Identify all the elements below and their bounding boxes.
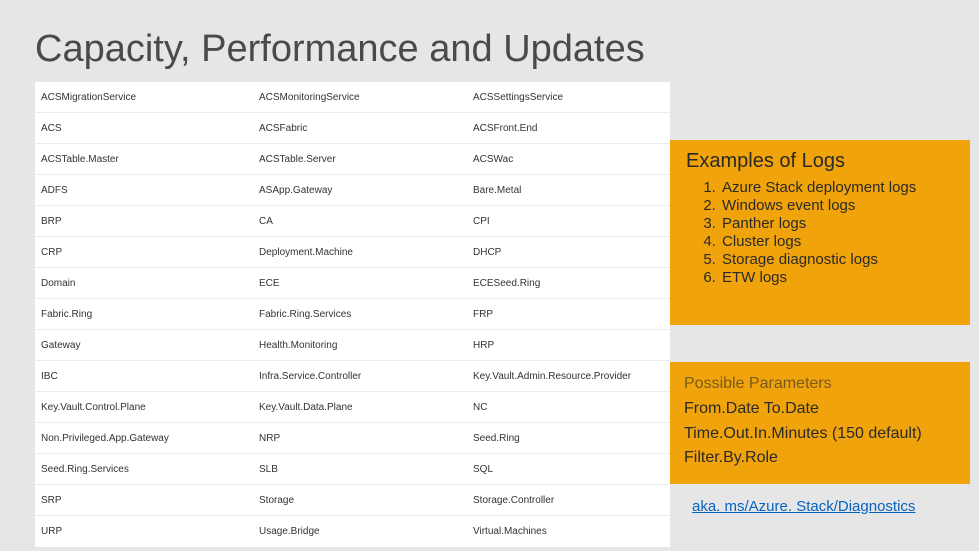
table-cell: SRP	[35, 495, 253, 506]
table-cell: ACS	[35, 123, 253, 134]
table-row: DomainECEECESeed.Ring	[35, 268, 670, 299]
list-item: Windows event logs	[720, 197, 954, 214]
table-cell: Key.Vault.Control.Plane	[35, 402, 253, 413]
table-row: Seed.Ring.ServicesSLBSQL	[35, 454, 670, 485]
table-cell: ADFS	[35, 185, 253, 196]
table-row: Key.Vault.Control.PlaneKey.Vault.Data.Pl…	[35, 392, 670, 423]
table-cell: Key.Vault.Data.Plane	[253, 402, 467, 413]
table-cell: ACSFront.End	[467, 123, 667, 134]
table-cell: BRP	[35, 216, 253, 227]
table-cell: IBC	[35, 371, 253, 382]
list-item: Cluster logs	[720, 233, 954, 250]
table-row: IBCInfra.Service.ControllerKey.Vault.Adm…	[35, 361, 670, 392]
parameters-title: Possible Parameters	[684, 372, 956, 397]
list-item: Azure Stack deployment logs	[720, 179, 954, 196]
table-cell: Deployment.Machine	[253, 247, 467, 258]
param-line: From.Date To.Date	[684, 397, 956, 422]
table-cell: ASApp.Gateway	[253, 185, 467, 196]
table-row: URPUsage.BridgeVirtual.Machines	[35, 516, 670, 547]
list-item: ETW logs	[720, 269, 954, 286]
table-cell: Gateway	[35, 340, 253, 351]
parameters-panel: Possible Parameters From.Date To.Date Ti…	[670, 362, 970, 484]
table-cell: NC	[467, 402, 667, 413]
table-cell: FRP	[467, 309, 667, 320]
table-cell: CRP	[35, 247, 253, 258]
table-cell: ECESeed.Ring	[467, 278, 667, 289]
list-item: Storage diagnostic logs	[720, 251, 954, 268]
diagnostics-link[interactable]: aka. ms/Azure. Stack/Diagnostics	[692, 498, 915, 515]
table-cell: Fabric.Ring	[35, 309, 253, 320]
table-cell: ACSTable.Server	[253, 154, 467, 165]
table-cell: Health.Monitoring	[253, 340, 467, 351]
table-row: GatewayHealth.MonitoringHRP	[35, 330, 670, 361]
table-row: Non.Privileged.App.GatewayNRPSeed.Ring	[35, 423, 670, 454]
table-cell: Domain	[35, 278, 253, 289]
table-cell: Storage	[253, 495, 467, 506]
table-cell: ACSSettingsService	[467, 92, 667, 103]
table-cell: Non.Privileged.App.Gateway	[35, 433, 253, 444]
table-cell: ACSTable.Master	[35, 154, 253, 165]
logs-table: ACSMigrationServiceACSMonitoringServiceA…	[35, 82, 670, 547]
list-item: Panther logs	[720, 215, 954, 232]
table-cell: CA	[253, 216, 467, 227]
table-cell: Fabric.Ring.Services	[253, 309, 467, 320]
table-row: Fabric.RingFabric.Ring.ServicesFRP	[35, 299, 670, 330]
table-cell: SLB	[253, 464, 467, 475]
table-cell: ACSWac	[467, 154, 667, 165]
table-cell: DHCP	[467, 247, 667, 258]
table-cell: NRP	[253, 433, 467, 444]
examples-list: Azure Stack deployment logsWindows event…	[686, 179, 954, 286]
table-row: CRPDeployment.MachineDHCP	[35, 237, 670, 268]
table-cell: ACSFabric	[253, 123, 467, 134]
table-cell: Storage.Controller	[467, 495, 667, 506]
table-cell: Key.Vault.Admin.Resource.Provider	[467, 371, 667, 382]
table-cell: SQL	[467, 464, 667, 475]
table-row: ACSACSFabricACSFront.End	[35, 113, 670, 144]
param-line: Time.Out.In.Minutes (150 default)	[684, 422, 956, 447]
table-cell: Bare.Metal	[467, 185, 667, 196]
table-cell: Seed.Ring	[467, 433, 667, 444]
table-cell: Infra.Service.Controller	[253, 371, 467, 382]
table-cell: Usage.Bridge	[253, 526, 467, 537]
table-row: ACSMigrationServiceACSMonitoringServiceA…	[35, 82, 670, 113]
table-cell: ACSMonitoringService	[253, 92, 467, 103]
table-row: ADFSASApp.GatewayBare.Metal	[35, 175, 670, 206]
table-cell: ACSMigrationService	[35, 92, 253, 103]
table-cell: Virtual.Machines	[467, 526, 667, 537]
table-row: SRPStorageStorage.Controller	[35, 485, 670, 516]
table-cell: Seed.Ring.Services	[35, 464, 253, 475]
examples-panel: Examples of Logs Azure Stack deployment …	[670, 140, 970, 325]
table-row: ACSTable.MasterACSTable.ServerACSWac	[35, 144, 670, 175]
table-cell: ECE	[253, 278, 467, 289]
page-title: Capacity, Performance and Updates	[35, 28, 645, 71]
table-row: BRPCACPI	[35, 206, 670, 237]
table-cell: CPI	[467, 216, 667, 227]
table-cell: HRP	[467, 340, 667, 351]
examples-title: Examples of Logs	[686, 150, 954, 173]
table-cell: URP	[35, 526, 253, 537]
param-line: Filter.By.Role	[684, 446, 956, 471]
